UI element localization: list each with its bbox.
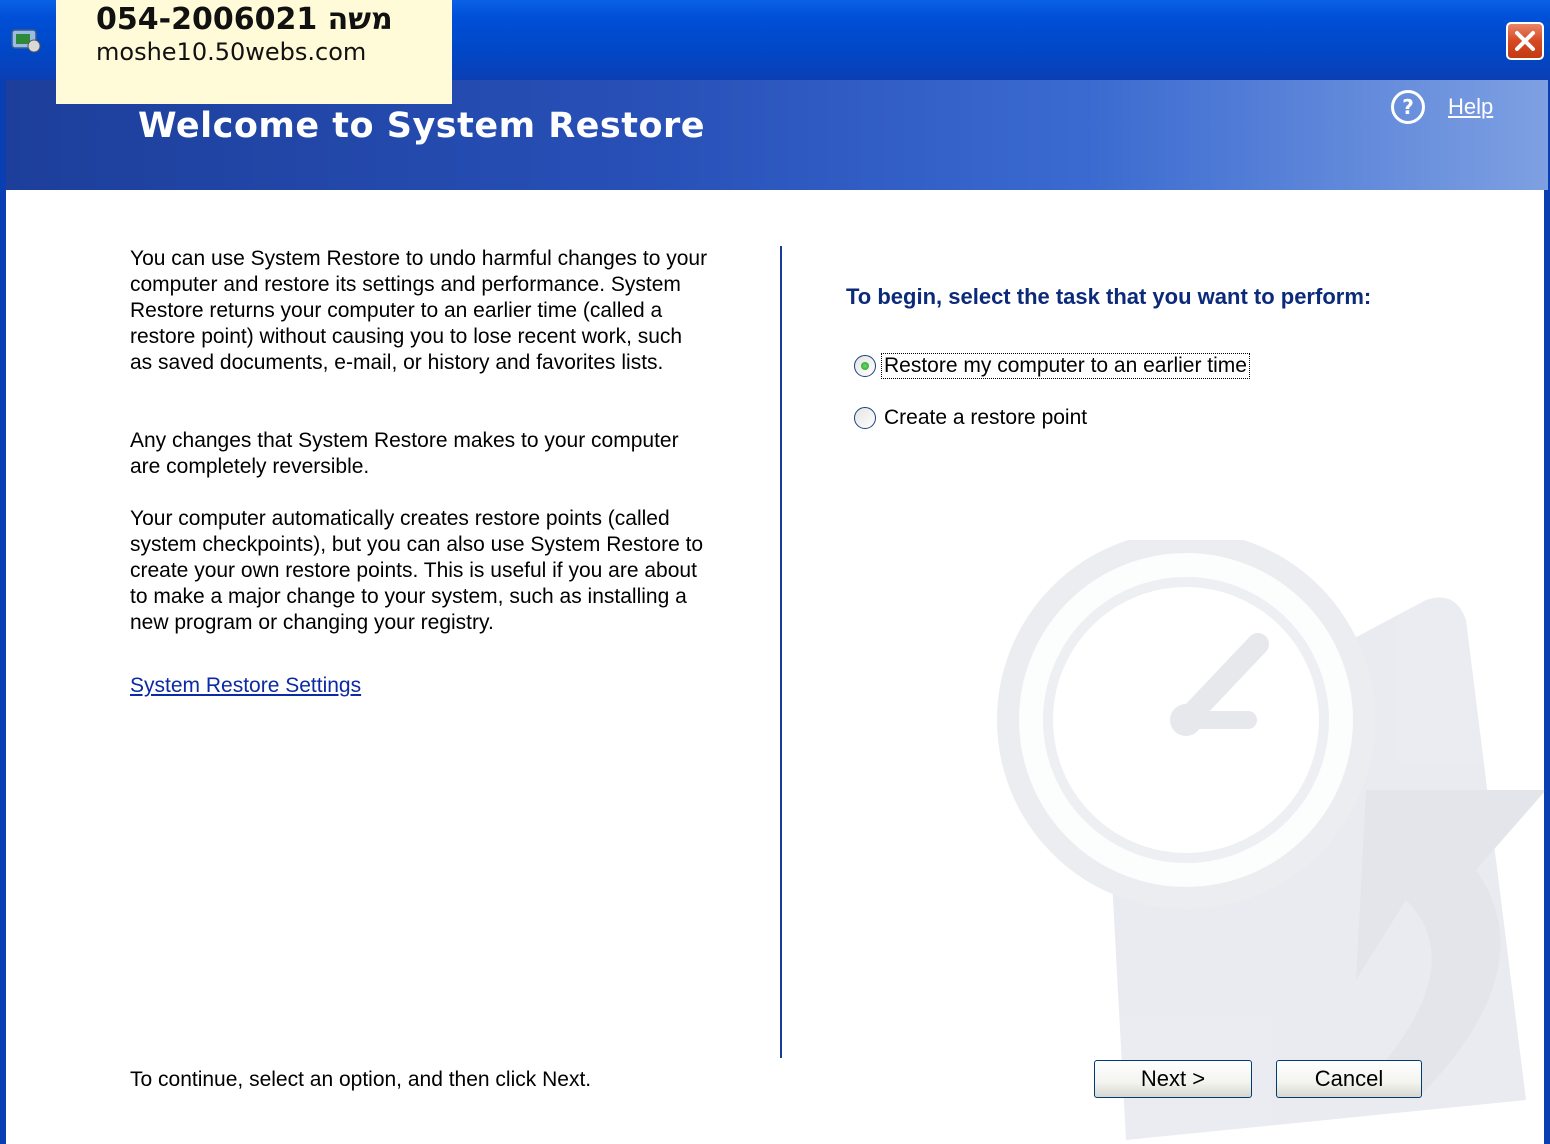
sticker-website: moshe10.50webs.com bbox=[96, 38, 367, 66]
system-restore-app-icon bbox=[11, 29, 41, 53]
contact-sticker-overlay: 054-2006021 משה moshe10.50webs.com bbox=[56, 0, 452, 104]
radio-create-restore-point[interactable] bbox=[854, 407, 876, 429]
radio-selected-dot bbox=[861, 362, 869, 370]
system-restore-settings-link[interactable]: System Restore Settings bbox=[130, 674, 361, 698]
close-button[interactable] bbox=[1506, 22, 1544, 60]
wizard-content: You can use System Restore to undo harmf… bbox=[6, 190, 1546, 1144]
system-restore-window: Welcome to System Restore ? Help You can… bbox=[0, 0, 1550, 1144]
reversible-paragraph: Any changes that System Restore makes to… bbox=[130, 429, 679, 478]
option-create-restore-point[interactable]: Create a restore point bbox=[854, 403, 1089, 433]
close-icon bbox=[1515, 31, 1535, 51]
option-label-restore[interactable]: Restore my computer to an earlier time bbox=[881, 353, 1250, 379]
continue-instructions: To continue, select an option, and then … bbox=[130, 1068, 592, 1091]
cancel-button[interactable]: Cancel bbox=[1276, 1060, 1422, 1098]
intro-paragraph: You can use System Restore to undo harmf… bbox=[130, 247, 708, 374]
checkpoints-paragraph: Your computer automatically creates rest… bbox=[130, 507, 704, 634]
option-label-create[interactable]: Create a restore point bbox=[882, 406, 1089, 430]
vertical-divider bbox=[780, 246, 782, 1058]
radio-restore-earlier-time[interactable] bbox=[854, 355, 876, 377]
sticker-phone-name: 054-2006021 משה bbox=[96, 2, 393, 37]
task-prompt: To begin, select the task that you want … bbox=[846, 284, 1372, 309]
next-button[interactable]: Next > bbox=[1094, 1060, 1252, 1098]
help-icon[interactable]: ? bbox=[1391, 90, 1425, 124]
clock-watermark-icon bbox=[997, 540, 1546, 1140]
help-link[interactable]: Help bbox=[1448, 94, 1493, 120]
option-restore-earlier-time[interactable]: Restore my computer to an earlier time bbox=[854, 351, 1250, 381]
page-title: Welcome to System Restore bbox=[138, 106, 706, 146]
